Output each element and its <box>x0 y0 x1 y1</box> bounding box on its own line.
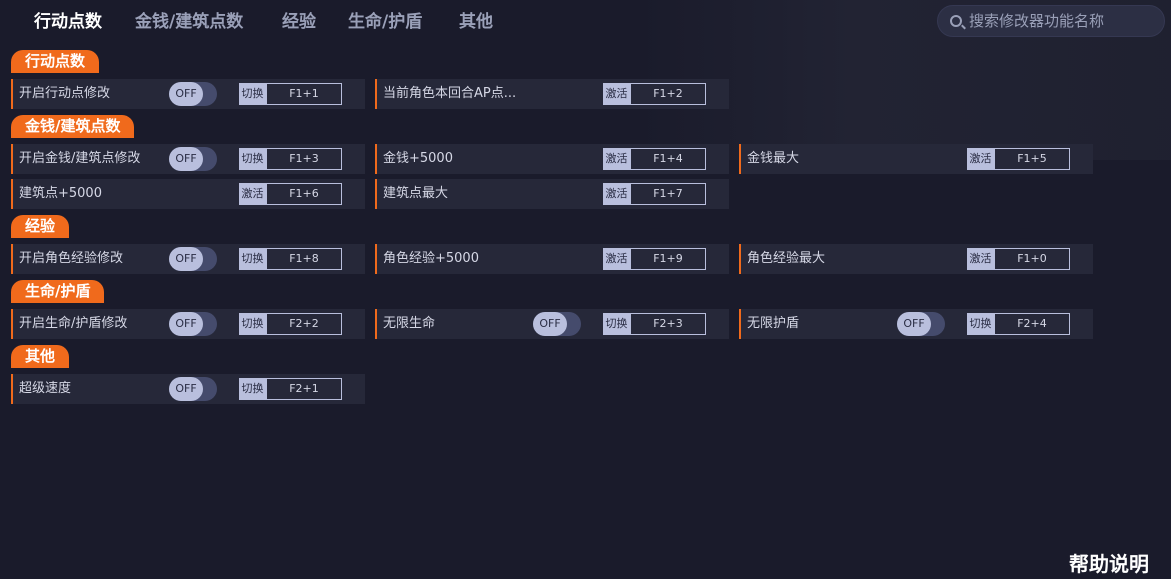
hotkey-type-badge: 激活 <box>603 83 630 105</box>
cheat-label: 金钱+5000 <box>383 151 453 166</box>
toggle-switch[interactable]: OFF <box>169 147 217 171</box>
toggle-switch[interactable]: OFF <box>169 312 217 336</box>
hotkey-field[interactable]: F2+1 <box>266 378 342 400</box>
tab-action-points[interactable]: 行动点数 <box>34 9 102 35</box>
cheat-row: 当前角色本回合AP点... 激活 F1+2 <box>375 79 729 109</box>
toggle-switch[interactable]: OFF <box>169 82 217 106</box>
hotkey-type-badge: 切换 <box>967 313 994 335</box>
hotkey-field[interactable]: F1+5 <box>994 148 1070 170</box>
hotkey-type-badge: 切换 <box>239 148 266 170</box>
section-title: 金钱/建筑点数 <box>11 115 135 138</box>
cheat-label: 开启生命/护盾修改 <box>19 316 128 331</box>
cheat-label: 超级速度 <box>19 381 72 396</box>
hotkey-type-badge: 切换 <box>603 313 630 335</box>
cheat-row: 角色经验最大 激活 F1+0 <box>739 244 1093 274</box>
hotkey-type-badge: 激活 <box>967 248 994 270</box>
hotkey-type-badge: 切换 <box>239 83 266 105</box>
search-icon <box>950 15 962 27</box>
cheat-row: 开启行动点修改 OFF 切换 F1+1 <box>11 79 365 109</box>
cheat-row: 建筑点最大 激活 F1+7 <box>375 179 729 209</box>
hotkey-field[interactable]: F1+0 <box>994 248 1070 270</box>
tab-experience[interactable]: 经验 <box>282 9 316 35</box>
toggle-state-label: OFF <box>169 247 203 271</box>
hotkey-type-badge: 激活 <box>967 148 994 170</box>
hotkey-type-badge: 激活 <box>603 183 630 205</box>
cheat-label: 无限生命 <box>383 316 436 331</box>
cheat-row: 开启角色经验修改 OFF 切换 F1+8 <box>11 244 365 274</box>
hotkey-field[interactable]: F1+6 <box>266 183 342 205</box>
cheat-label: 建筑点+5000 <box>19 186 102 201</box>
search-box[interactable] <box>937 5 1165 37</box>
hotkey-type-badge: 切换 <box>239 248 266 270</box>
hotkey-field[interactable]: F2+2 <box>266 313 342 335</box>
cheat-row: 角色经验+5000 激活 F1+9 <box>375 244 729 274</box>
help-button[interactable]: 帮助说明 <box>1069 548 1149 576</box>
toggle-state-label: OFF <box>897 312 931 336</box>
cheat-label: 当前角色本回合AP点... <box>383 86 517 101</box>
cheat-row: 金钱最大 激活 F1+5 <box>739 144 1093 174</box>
hotkey-type-badge: 激活 <box>603 148 630 170</box>
cheat-label: 角色经验最大 <box>747 251 826 266</box>
section-title: 行动点数 <box>11 50 100 73</box>
section-title: 生命/护盾 <box>11 280 105 303</box>
hotkey-type-badge: 切换 <box>239 378 266 400</box>
cheat-label: 开启金钱/建筑点修改 <box>19 151 141 166</box>
hotkey-field[interactable]: F1+9 <box>630 248 706 270</box>
hotkey-field[interactable]: F1+2 <box>630 83 706 105</box>
cheat-label: 开启角色经验修改 <box>19 251 124 266</box>
cheat-row: 开启金钱/建筑点修改 OFF 切换 F1+3 <box>11 144 365 174</box>
search-input[interactable] <box>969 6 1159 36</box>
top-bar: 行动点数 金钱/建筑点数 经验 生命/护盾 其他 <box>0 0 1171 44</box>
hotkey-field[interactable]: F1+8 <box>266 248 342 270</box>
tab-money-building[interactable]: 金钱/建筑点数 <box>135 9 243 35</box>
cheat-label: 无限护盾 <box>747 316 800 331</box>
section-title: 经验 <box>11 215 70 238</box>
hotkey-type-badge: 切换 <box>239 313 266 335</box>
cheat-label: 建筑点最大 <box>383 186 449 201</box>
toggle-state-label: OFF <box>169 82 203 106</box>
toggle-switch[interactable]: OFF <box>533 312 581 336</box>
section-title: 其他 <box>11 345 70 368</box>
cheat-row: 建筑点+5000 激活 F1+6 <box>11 179 365 209</box>
tab-health-shield[interactable]: 生命/护盾 <box>348 9 422 35</box>
hotkey-field[interactable]: F1+4 <box>630 148 706 170</box>
cheat-row: 无限生命 OFF 切换 F2+3 <box>375 309 729 339</box>
cheat-label: 角色经验+5000 <box>383 251 479 266</box>
cheat-label: 金钱最大 <box>747 151 800 166</box>
hotkey-field[interactable]: F1+1 <box>266 83 342 105</box>
hotkey-field[interactable]: F1+7 <box>630 183 706 205</box>
hotkey-field[interactable]: F2+4 <box>994 313 1070 335</box>
cheat-row: 金钱+5000 激活 F1+4 <box>375 144 729 174</box>
cheat-row: 无限护盾 OFF 切换 F2+4 <box>739 309 1093 339</box>
hotkey-field[interactable]: F2+3 <box>630 313 706 335</box>
cheat-label: 开启行动点修改 <box>19 86 111 101</box>
toggle-state-label: OFF <box>169 147 203 171</box>
cheat-row: 开启生命/护盾修改 OFF 切换 F2+2 <box>11 309 365 339</box>
toggle-switch[interactable]: OFF <box>169 247 217 271</box>
toggle-switch[interactable]: OFF <box>169 377 217 401</box>
hotkey-type-badge: 激活 <box>603 248 630 270</box>
toggle-state-label: OFF <box>169 312 203 336</box>
hotkey-field[interactable]: F1+3 <box>266 148 342 170</box>
tab-other[interactable]: 其他 <box>459 9 493 35</box>
toggle-state-label: OFF <box>169 377 203 401</box>
toggle-state-label: OFF <box>533 312 567 336</box>
hotkey-type-badge: 激活 <box>239 183 266 205</box>
cheat-row: 超级速度 OFF 切换 F2+1 <box>11 374 365 404</box>
toggle-switch[interactable]: OFF <box>897 312 945 336</box>
